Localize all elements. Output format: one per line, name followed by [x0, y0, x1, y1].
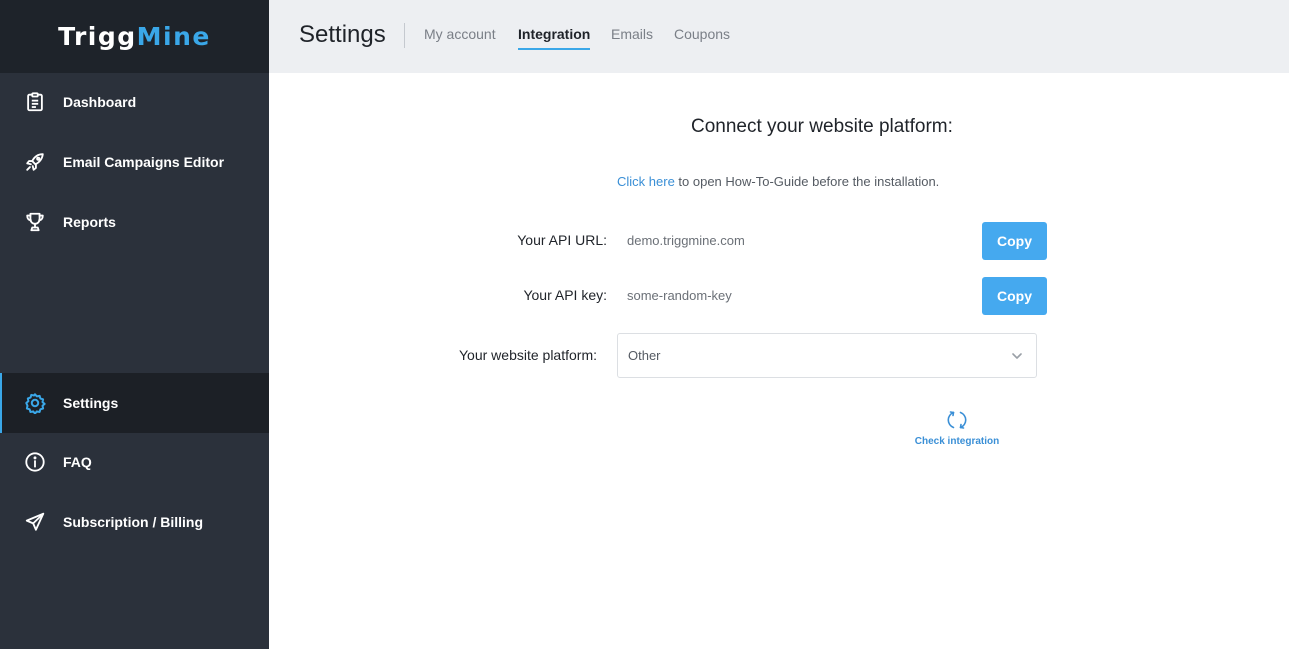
header-divider	[404, 23, 405, 48]
logo-part-2: Mine	[136, 22, 211, 51]
guide-link[interactable]: Click here	[617, 174, 675, 189]
api-url-value: demo.triggmine.com	[627, 233, 745, 248]
sidebar-item-label: Reports	[63, 214, 116, 230]
api-url-label: Your API URL:	[517, 232, 607, 248]
sidebar-item-dashboard[interactable]: Dashboard	[0, 72, 269, 132]
info-icon	[23, 450, 47, 474]
tab-coupons[interactable]: Coupons	[674, 26, 730, 42]
sidebar-item-settings[interactable]: Settings	[0, 373, 269, 433]
chevron-down-icon	[1010, 349, 1024, 363]
guide-text: Click here to open How-To-Guide before t…	[617, 174, 939, 189]
clipboard-icon	[23, 90, 47, 114]
guide-description: to open How-To-Guide before the installa…	[674, 174, 940, 189]
check-integration-label: Check integration	[914, 436, 1000, 447]
sidebar-item-label: Dashboard	[63, 94, 137, 110]
sidebar-item-label: FAQ	[63, 454, 92, 470]
api-key-value: some-random-key	[627, 288, 732, 303]
platform-select[interactable]: Other	[617, 333, 1037, 378]
logo-part-1: Trigg	[58, 22, 137, 51]
sidebar-item-subscription-billing[interactable]: Subscription / Billing	[0, 492, 269, 552]
tab-integration[interactable]: Integration	[518, 26, 591, 50]
copy-api-key-button[interactable]: Copy	[982, 277, 1047, 315]
platform-select-value: Other	[628, 348, 661, 363]
check-integration-button[interactable]: Check integration	[912, 408, 1002, 452]
sidebar-item-email-campaigns-editor[interactable]: Email Campaigns Editor	[0, 132, 269, 192]
rocket-icon	[23, 150, 47, 174]
tab-emails[interactable]: Emails	[611, 26, 653, 42]
platform-label: Your website platform:	[459, 347, 597, 363]
refresh-icon	[945, 408, 969, 432]
copy-api-url-button[interactable]: Copy	[982, 222, 1047, 260]
trophy-icon	[23, 210, 47, 234]
header: Settings My account Integration Emails C…	[269, 0, 1289, 73]
gear-icon	[23, 391, 47, 415]
sidebar-item-label: Settings	[63, 395, 119, 411]
api-key-label: Your API key:	[523, 287, 607, 303]
connect-title: Connect your website platform:	[691, 116, 953, 137]
paper-plane-icon	[23, 510, 47, 534]
sidebar-item-label: Subscription / Billing	[63, 514, 203, 530]
logo-bar: TriggMine	[0, 0, 269, 73]
sidebar: TriggMine Dashboard Email Campaigns Edit…	[0, 0, 269, 649]
sidebar-item-faq[interactable]: FAQ	[0, 432, 269, 492]
page-title: Settings	[299, 21, 386, 48]
tab-my-account[interactable]: My account	[424, 26, 496, 42]
logo[interactable]: TriggMine	[58, 22, 211, 51]
sidebar-item-reports[interactable]: Reports	[0, 192, 269, 252]
sidebar-item-label: Email Campaigns Editor	[63, 154, 225, 170]
